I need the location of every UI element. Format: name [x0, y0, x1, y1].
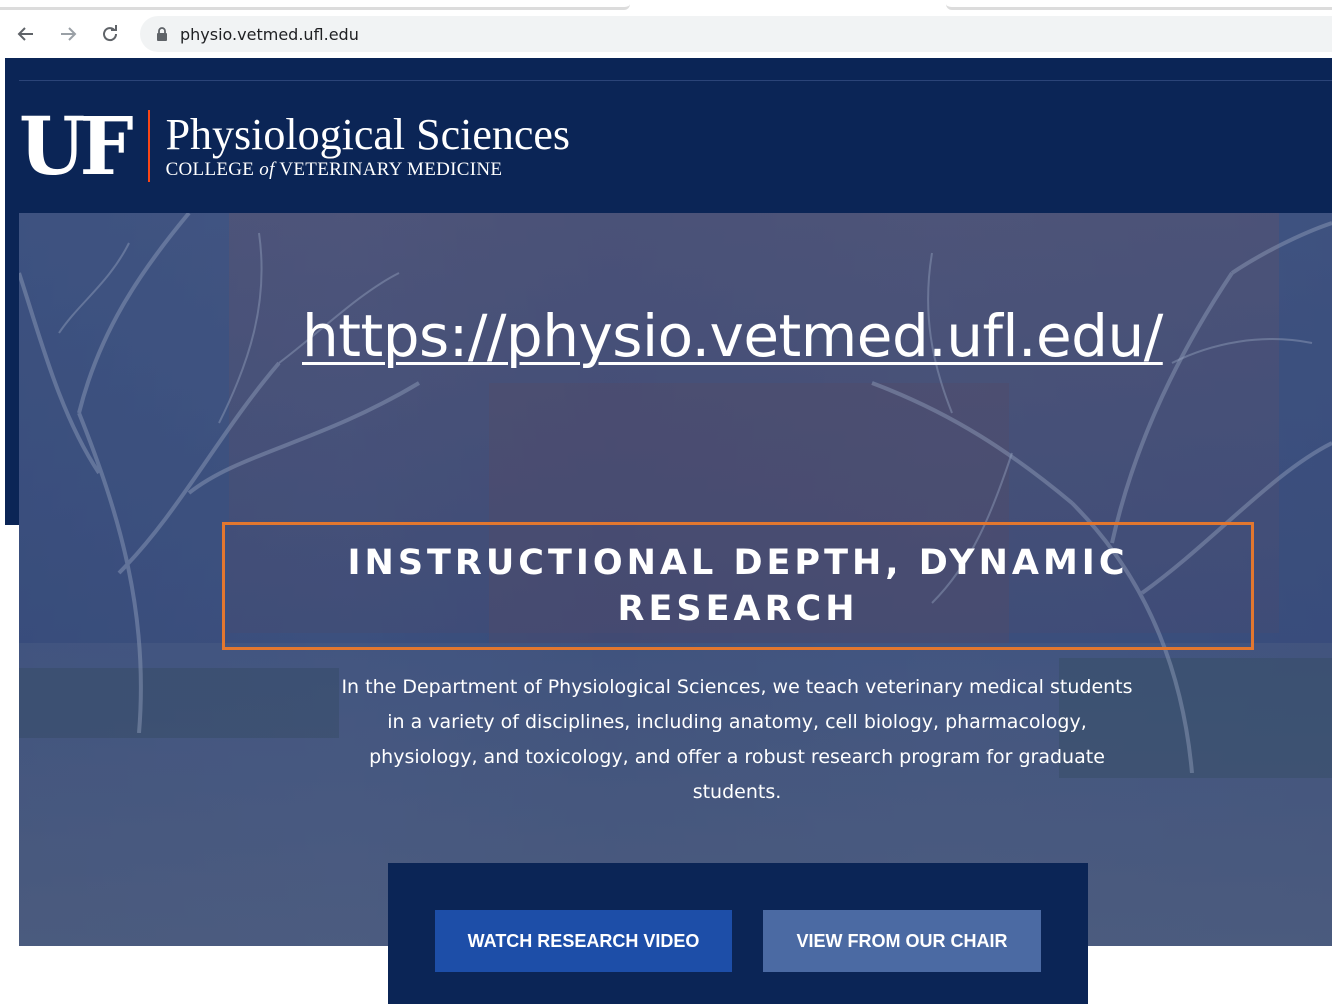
lock-icon: [156, 27, 168, 41]
view-from-our-chair-button[interactable]: VIEW FROM OUR CHAIR: [763, 910, 1041, 972]
reload-button[interactable]: [96, 20, 124, 48]
hero-intro-text: In the Department of Physiological Scien…: [341, 676, 1133, 803]
header-divider: [19, 80, 1332, 81]
tab-strip-right: [946, 4, 1332, 10]
site-url-link[interactable]: https://physio.vetmed.ufl.edu/: [302, 301, 1163, 371]
hero-banner: https://physio.vetmed.ufl.edu/ INSTRUCTI…: [19, 213, 1332, 946]
address-bar[interactable]: physio.vetmed.ufl.edu: [140, 16, 1332, 52]
browser-toolbar: physio.vetmed.ufl.edu: [0, 0, 1332, 58]
cta-panel: WATCH RESEARCH VIDEO VIEW FROM OUR CHAIR: [388, 863, 1088, 1004]
uf-logo-mark: UF: [19, 99, 134, 193]
hero-headline: INSTRUCTIONAL DEPTH, DYNAMIC RESEARCH: [347, 543, 1129, 629]
college-name-post: VETERINARY MEDICINE: [274, 159, 503, 180]
page: UF Physiological Sciences COLLEGE of VET…: [5, 58, 1332, 1004]
tab-strip-left: [0, 4, 630, 10]
url-text[interactable]: physio.vetmed.ufl.edu: [180, 25, 359, 44]
forward-arrow-icon: [61, 27, 77, 41]
logo-divider: [147, 110, 150, 182]
watch-research-video-button[interactable]: WATCH RESEARCH VIDEO: [435, 910, 732, 972]
reload-icon: [103, 25, 118, 42]
college-name-of: of: [259, 159, 275, 180]
site-title: Physiological Sciences: [165, 110, 571, 159]
college-name-pre: COLLEGE: [165, 159, 260, 180]
back-arrow-icon: [17, 27, 33, 41]
logo-text: Physiological Sciences COLLEGE of VETERI…: [166, 111, 571, 181]
site-logo[interactable]: UF Physiological Sciences COLLEGE of VET…: [19, 106, 570, 186]
forward-button[interactable]: [54, 20, 82, 48]
headline-frame: INSTRUCTIONAL DEPTH, DYNAMIC RESEARCH: [222, 522, 1254, 650]
back-button[interactable]: [12, 20, 40, 48]
college-name: COLLEGE of VETERINARY MEDICINE: [166, 159, 571, 181]
